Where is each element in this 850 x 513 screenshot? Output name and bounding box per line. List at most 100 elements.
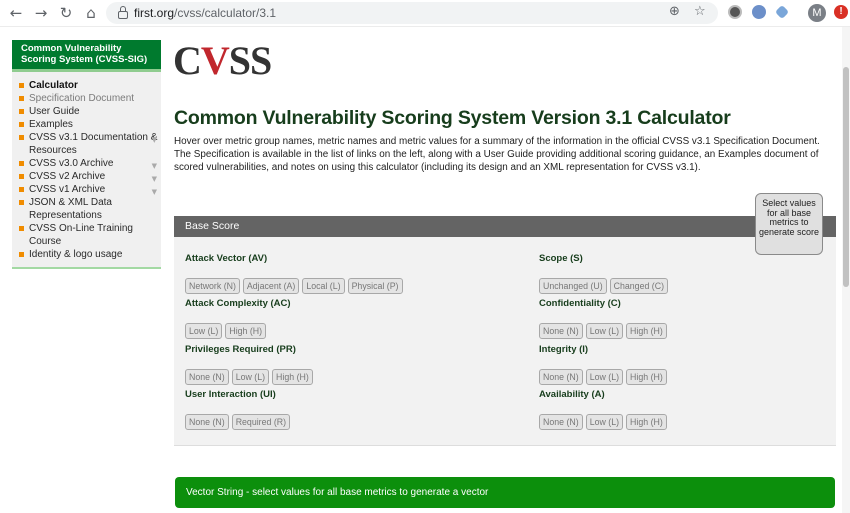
page-title: Common Vulnerability Scoring System Vers… [174, 107, 731, 129]
url-text[interactable]: first.org/cvss/calculator/3.1 [134, 6, 276, 20]
bookmark-star-icon[interactable]: ☆ [694, 4, 706, 19]
metric-attack-complexity: Attack Complexity (AC) Low (L) High (H) [185, 298, 291, 339]
bullet-icon [19, 200, 24, 205]
metric-privileges-required: Privileges Required (PR) None (N) Low (L)… [185, 344, 316, 385]
lock-icon[interactable] [118, 6, 128, 19]
ui-none-button[interactable]: None (N) [185, 414, 229, 430]
bullet-icon [19, 174, 24, 179]
c-high-button[interactable]: High (H) [626, 323, 667, 339]
page-scrollbar[interactable] [842, 27, 850, 513]
metric-attack-vector: Attack Vector (AV) Network (N) Adjacent (… [185, 253, 406, 294]
sidebar-item-label: CVSS v2 Archive [29, 171, 106, 182]
logo-letter: C [173, 38, 202, 83]
panel-title: Base Score [174, 216, 836, 237]
sidebar-item-label: Examples [29, 119, 73, 130]
sidebar-item-identity[interactable]: Identity & logo usage [12, 248, 161, 261]
sidebar-item-label: CVSS v3.0 Archive [29, 158, 114, 169]
bullet-icon [19, 226, 24, 231]
vector-string-bar[interactable]: Vector String - select values for all ba… [175, 477, 835, 508]
bullet-icon [19, 161, 24, 166]
metric-label: Privileges Required (PR) [185, 344, 296, 355]
sidebar-item-training[interactable]: CVSS On-Line Training Course [12, 222, 161, 248]
metric-label: Attack Complexity (AC) [185, 298, 291, 309]
extension-icon[interactable] [752, 5, 766, 19]
sidebar-item-label: Identity & logo usage [29, 249, 123, 260]
base-score-panel: Base Score Attack Vector (AV) Network (N… [174, 216, 836, 446]
sidebar: Common Vulnerability Scoring System (CVS… [12, 40, 161, 269]
s-changed-button[interactable]: Changed (C) [609, 278, 669, 294]
sidebar-item-label: Calculator [29, 80, 78, 91]
bullet-icon [19, 109, 24, 114]
ac-low-button[interactable]: Low (L) [185, 323, 223, 339]
url-path: /cvss/calculator/3.1 [174, 6, 277, 20]
ui-required-button[interactable]: Required (R) [231, 414, 291, 430]
i-none-button[interactable]: None (N) [539, 369, 583, 385]
metric-label: Attack Vector (AV) [185, 253, 268, 264]
sidebar-item-v30-archive[interactable]: CVSS v3.0 Archive ▼ [12, 157, 161, 170]
zoom-icon[interactable]: ⊕ [669, 4, 680, 19]
browser-toolbar: ← → ↻ ⌂ first.org/cvss/calculator/3.1 ⊕ … [0, 0, 850, 27]
metric-label: Confidentiality (C) [539, 298, 621, 309]
metric-label: Availability (A) [539, 389, 605, 400]
address-bar[interactable]: first.org/cvss/calculator/3.1 ⊕ ☆ [106, 2, 718, 24]
metric-scope: Scope (S) Unchanged (U) Changed (C) [539, 253, 671, 294]
profile-avatar[interactable]: M [808, 4, 826, 22]
pr-none-button[interactable]: None (N) [185, 369, 229, 385]
metric-integrity: Integrity (I) None (N) Low (L) High (H) [539, 344, 670, 385]
metric-confidentiality: Confidentiality (C) None (N) Low (L) High … [539, 298, 670, 339]
sidebar-item-label: CVSS v3.1 Documentation & Resources [29, 132, 158, 156]
a-none-button[interactable]: None (N) [539, 414, 583, 430]
score-hint-box: Select values for all base metrics to ge… [755, 193, 823, 255]
av-physical-button[interactable]: Physical (P) [347, 278, 403, 294]
url-domain: first.org [134, 6, 175, 20]
av-local-button[interactable]: Local (L) [302, 278, 345, 294]
alert-icon[interactable]: ! [834, 5, 848, 19]
back-icon[interactable]: ← [6, 3, 26, 23]
sidebar-nav: Calculator Specification Document User G… [12, 72, 161, 269]
av-network-button[interactable]: Network (N) [185, 278, 240, 294]
metric-label: Scope (S) [539, 253, 583, 264]
sidebar-item-user-guide[interactable]: User Guide [12, 105, 161, 118]
a-low-button[interactable]: Low (L) [585, 414, 624, 430]
logo-letter: V [200, 38, 230, 83]
scrollbar-thumb[interactable] [843, 67, 849, 287]
a-high-button[interactable]: High (H) [626, 414, 667, 430]
c-low-button[interactable]: Low (L) [585, 323, 624, 339]
reload-icon[interactable]: ↻ [56, 3, 76, 23]
bullet-icon [19, 187, 24, 192]
sidebar-item-label: CVSS On-Line Training Course [29, 223, 133, 247]
sidebar-item-calculator[interactable]: Calculator [12, 79, 161, 92]
sidebar-item-v31-docs[interactable]: CVSS v3.1 Documentation & Resources ▼ [12, 131, 161, 157]
sidebar-item-json-xml[interactable]: JSON & XML Data Representations [12, 196, 161, 222]
bullet-icon [19, 96, 24, 101]
chevron-down-icon[interactable]: ▼ [152, 134, 157, 147]
sidebar-item-label: User Guide [29, 106, 80, 117]
av-adjacent-button[interactable]: Adjacent (A) [242, 278, 300, 294]
pr-high-button[interactable]: High (H) [272, 369, 313, 385]
metric-user-interaction: User Interaction (UI) None (N) Required (… [185, 389, 293, 430]
sidebar-item-examples[interactable]: Examples [12, 118, 161, 131]
rocket-extension-icon[interactable] [774, 4, 790, 20]
pr-low-button[interactable]: Low (L) [231, 369, 270, 385]
c-none-button[interactable]: None (N) [539, 323, 583, 339]
sidebar-item-specification[interactable]: Specification Document [12, 92, 161, 105]
intro-text: Hover over metric group names, metric na… [174, 136, 820, 173]
metric-availability: Availability (A) None (N) Low (L) High (H) [539, 389, 670, 430]
bullet-icon [19, 252, 24, 257]
extension-icon[interactable] [728, 5, 742, 19]
sidebar-item-v1-archive[interactable]: CVSS v1 Archive ▼ [12, 183, 161, 196]
sidebar-item-v2-archive[interactable]: CVSS v2 Archive ▼ [12, 170, 161, 183]
logo-letter: SS [228, 38, 272, 83]
forward-icon[interactable]: → [31, 3, 51, 23]
sidebar-header[interactable]: Common Vulnerability Scoring System (CVS… [12, 40, 161, 72]
sidebar-item-label: Specification Document [29, 93, 135, 104]
s-unchanged-button[interactable]: Unchanged (U) [539, 278, 607, 294]
sidebar-item-label: JSON & XML Data Representations [29, 197, 112, 221]
home-icon[interactable]: ⌂ [81, 3, 101, 23]
i-high-button[interactable]: High (H) [626, 369, 667, 385]
ac-high-button[interactable]: High (H) [225, 323, 267, 339]
bullet-icon [19, 122, 24, 127]
cvss-logo[interactable]: CVSS [173, 38, 272, 83]
bullet-icon [19, 83, 24, 88]
i-low-button[interactable]: Low (L) [585, 369, 624, 385]
